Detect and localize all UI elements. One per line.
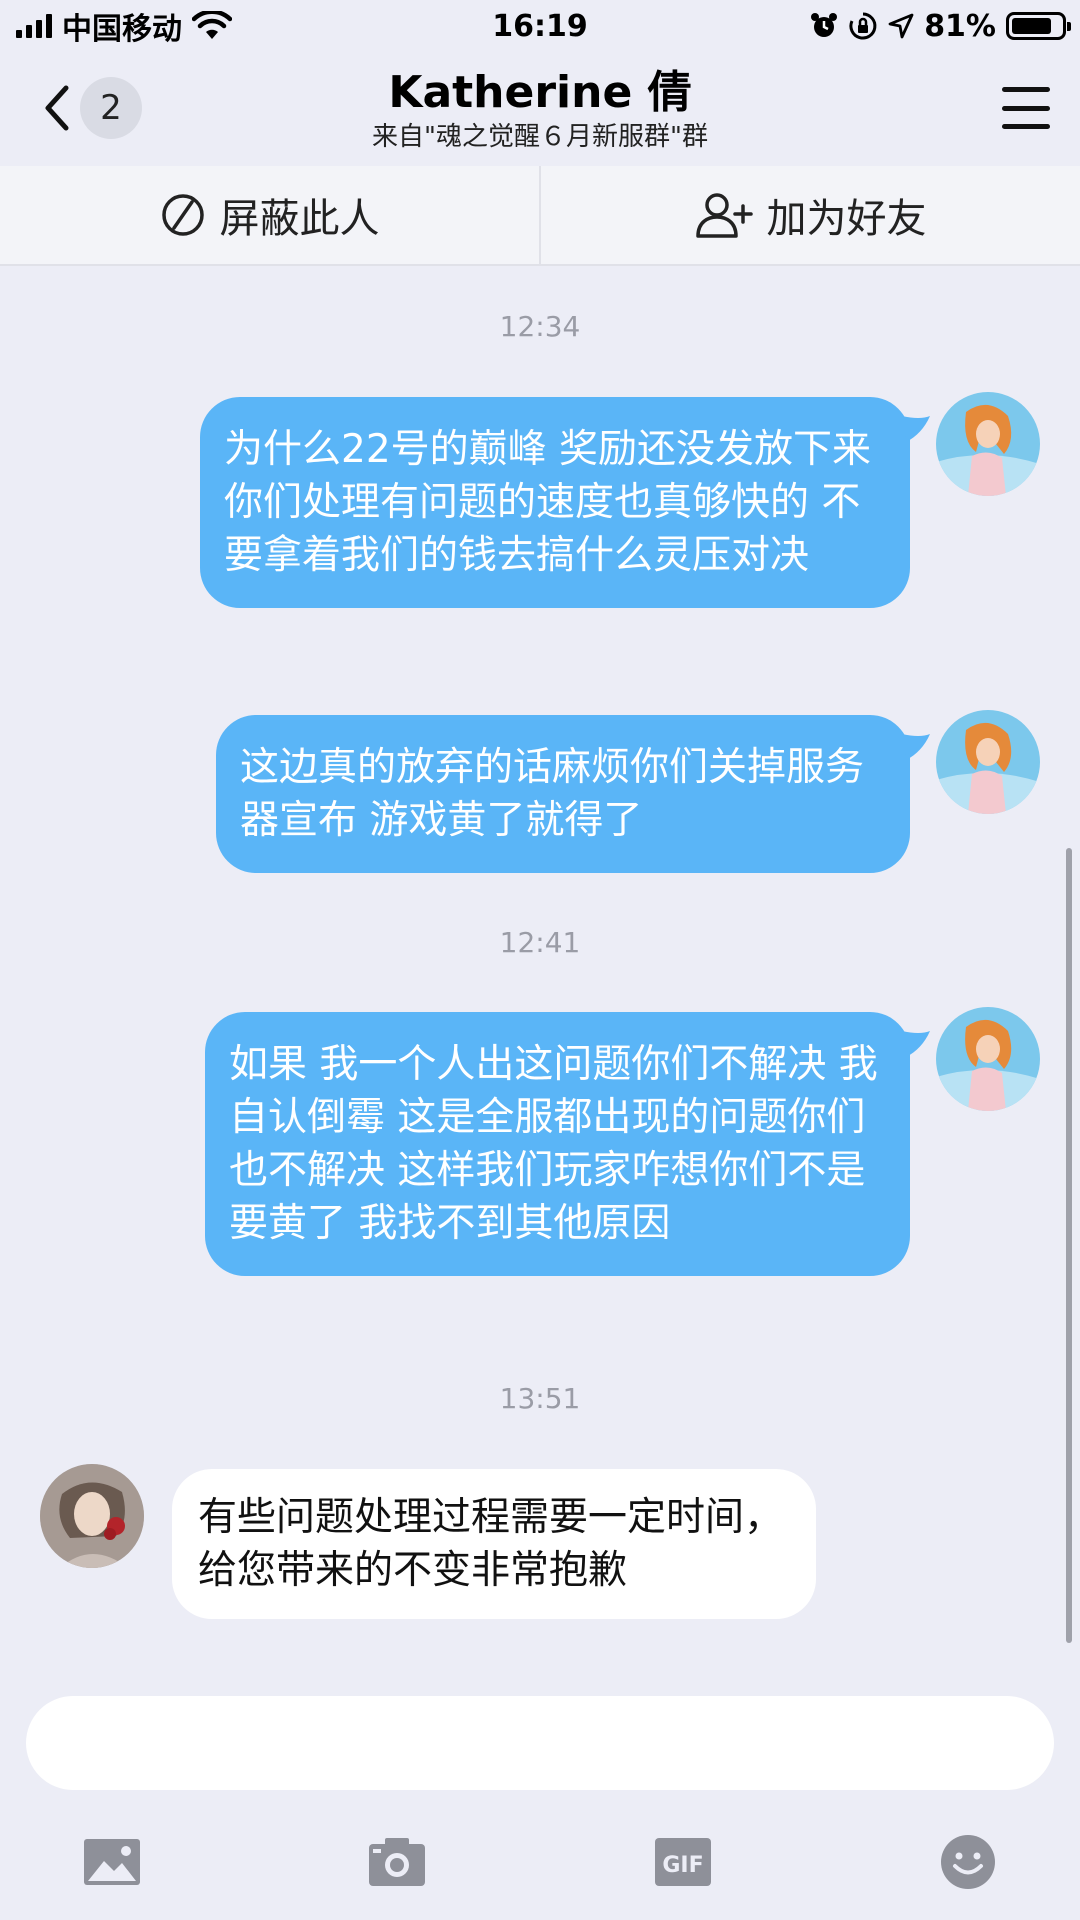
input-toolbar: GIF bbox=[0, 1822, 1080, 1902]
avatar-image bbox=[936, 392, 1040, 496]
status-bar: 中国移动 16:19 81% bbox=[0, 0, 1080, 52]
outgoing-message[interactable]: 这边真的放弃的话麻烦你们关掉服务器宣布 游戏黄了就得了 bbox=[216, 715, 910, 873]
add-user-icon bbox=[695, 193, 753, 238]
chat-header-title-block: Katherine 倩 来自"魂之觉醒６月新服群"群 bbox=[0, 66, 1080, 154]
bubble-tail bbox=[902, 1031, 930, 1057]
avatar-image bbox=[40, 1464, 144, 1568]
emoji-icon bbox=[941, 1835, 995, 1889]
outgoing-message[interactable]: 如果 我一个人出这问题你们不解决 我自认倒霉 这是全服都出现的问题你们也不解决 … bbox=[205, 1012, 910, 1276]
camera-button[interactable] bbox=[357, 1822, 437, 1902]
timestamp: 12:41 bbox=[499, 926, 581, 959]
unread-count-badge: 2 bbox=[80, 77, 142, 139]
outgoing-message[interactable]: 为什么22号的巅峰 奖励还没发放下来 你们处理有问题的速度也真够快的 不要拿着我… bbox=[200, 397, 910, 608]
image-icon bbox=[84, 1839, 140, 1885]
incoming-message[interactable]: 有些问题处理过程需要一定时间，给您带来的不变非常抱歉 bbox=[172, 1469, 816, 1619]
chat-scrollbar[interactable] bbox=[1066, 848, 1072, 1643]
block-user-label: 屏蔽此人 bbox=[219, 196, 380, 242]
chevron-left-icon bbox=[45, 85, 69, 131]
status-right: 81% bbox=[810, 8, 1071, 44]
orientation-lock-icon bbox=[849, 12, 877, 40]
bubble-tail bbox=[902, 416, 930, 442]
wifi-icon bbox=[192, 11, 232, 39]
add-friend-button[interactable]: 加为好友 bbox=[541, 166, 1080, 264]
alarm-icon bbox=[811, 13, 838, 37]
nav-bar: 2 Katherine 倩 来自"魂之觉醒６月新服群"群 bbox=[0, 52, 1080, 164]
carrier-label: 中国移动 bbox=[62, 12, 182, 47]
status-left: 中国移动 bbox=[16, 4, 232, 48]
my-avatar[interactable] bbox=[936, 710, 1040, 814]
avatar-image bbox=[936, 710, 1040, 814]
chat-subtitle: 来自"魂之觉醒６月新服群"群 bbox=[372, 122, 708, 152]
add-friend-label: 加为好友 bbox=[766, 196, 927, 242]
avatar-image bbox=[936, 1007, 1040, 1111]
timestamp: 12:34 bbox=[499, 310, 581, 343]
battery-icon bbox=[1006, 12, 1071, 40]
gif-icon: GIF bbox=[655, 1838, 711, 1886]
battery-level bbox=[1012, 18, 1051, 34]
contact-avatar[interactable] bbox=[40, 1464, 144, 1568]
my-avatar[interactable] bbox=[936, 392, 1040, 496]
timestamp: 13:51 bbox=[499, 1382, 581, 1415]
battery-percent: 81% bbox=[924, 8, 996, 44]
back-button[interactable]: 2 bbox=[36, 77, 142, 139]
gif-button[interactable]: GIF bbox=[643, 1822, 723, 1902]
chat-title: Katherine 倩 bbox=[388, 67, 692, 118]
action-bar: 屏蔽此人 加为好友 bbox=[0, 166, 1080, 266]
image-button[interactable] bbox=[72, 1822, 152, 1902]
block-user-button[interactable]: 屏蔽此人 bbox=[0, 166, 539, 264]
svg-text:GIF: GIF bbox=[662, 1853, 703, 1878]
block-icon bbox=[161, 194, 204, 236]
camera-icon bbox=[369, 1838, 425, 1886]
emoji-button[interactable] bbox=[928, 1822, 1008, 1902]
message-input[interactable] bbox=[26, 1696, 1054, 1790]
my-avatar[interactable] bbox=[936, 1007, 1040, 1111]
input-area: GIF bbox=[0, 1672, 1080, 1920]
menu-icon[interactable] bbox=[1002, 87, 1050, 129]
bubble-tail bbox=[902, 734, 930, 760]
chat-area[interactable]: 12:34 为什么22号的巅峰 奖励还没发放下来 你们处理有问题的速度也真够快的… bbox=[0, 268, 1080, 1672]
signal-icon bbox=[16, 14, 52, 38]
location-icon bbox=[888, 13, 914, 39]
